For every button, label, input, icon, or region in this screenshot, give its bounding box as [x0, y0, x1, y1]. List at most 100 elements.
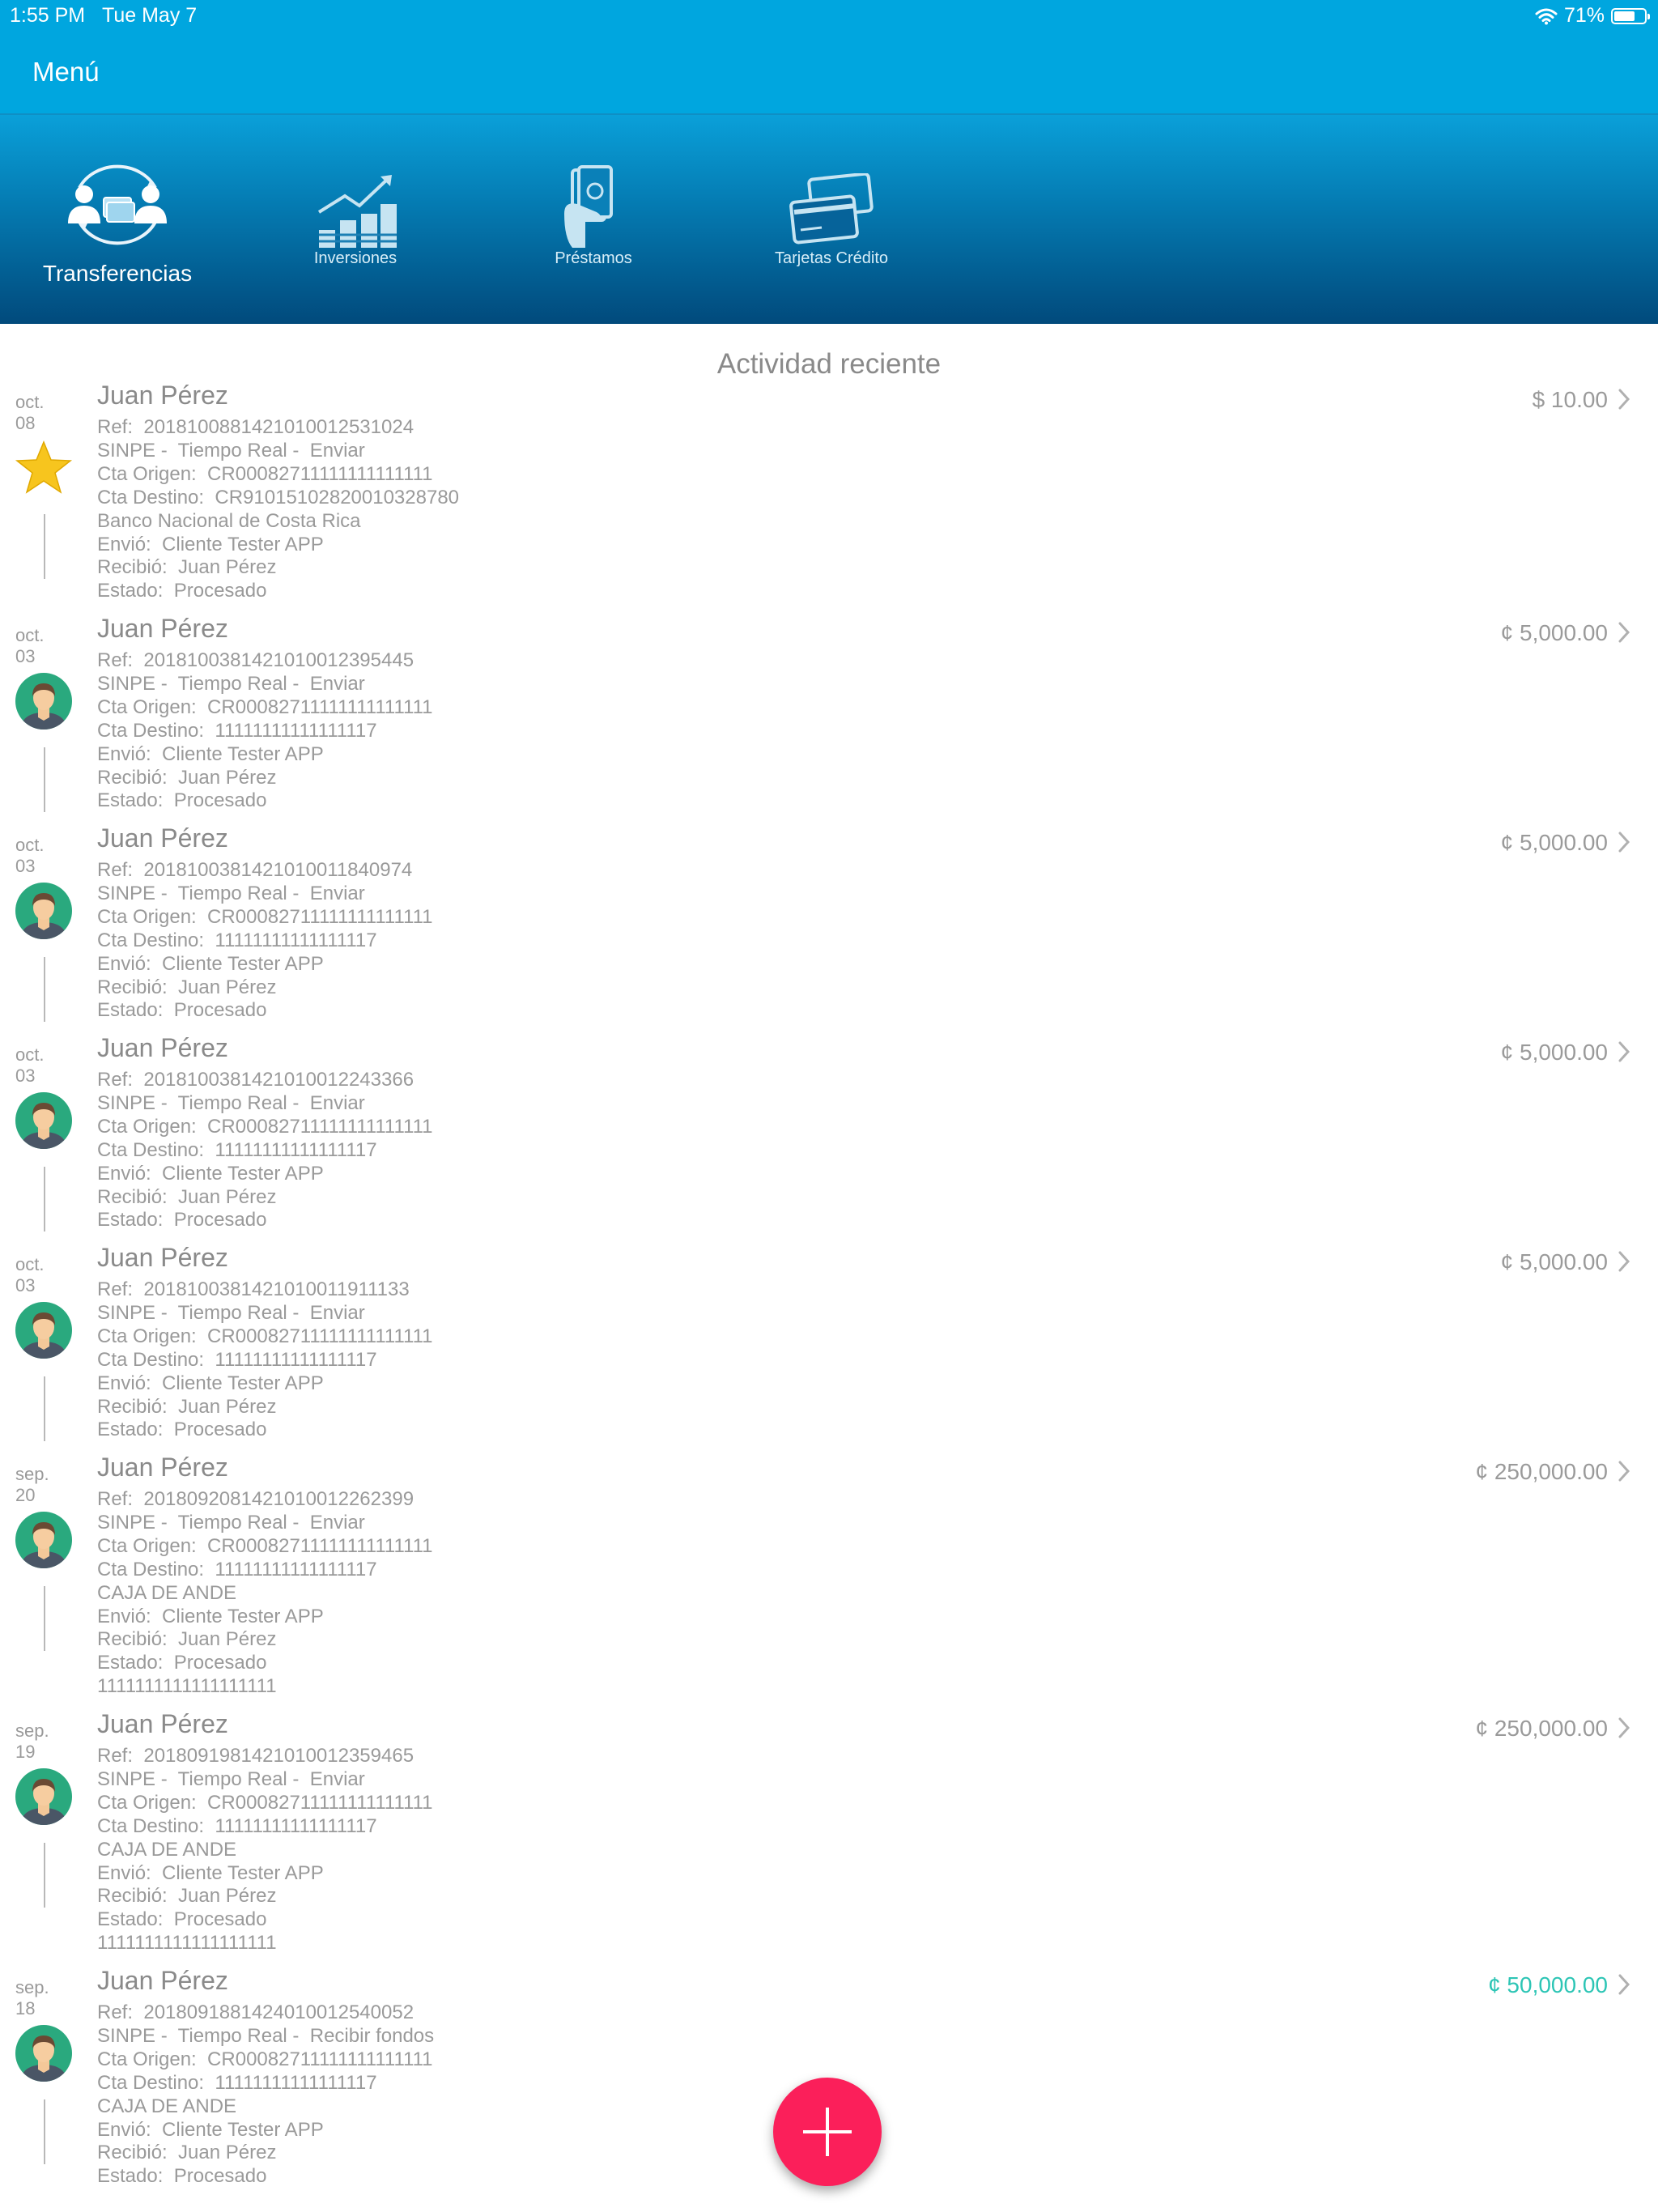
activity-detail-line: Cta Destino: 11111111111111117: [97, 2071, 377, 2094]
activity-detail-line: SINPE - Tiempo Real - Enviar: [97, 1511, 365, 1534]
category-label: Tarjetas Crédito: [774, 249, 889, 267]
activity-month: oct.: [15, 835, 45, 855]
status-right: 71%: [1535, 4, 1650, 28]
activity-detail-line: SINPE - Tiempo Real - Enviar: [97, 1767, 365, 1790]
activity-detail-line: Ref: 2018100381421010011840974: [97, 859, 413, 881]
activity-item[interactable]: oct. 03 Juan Pérez Ref: 2018100381421010011…: [0, 823, 1658, 1033]
activity-item[interactable]: oct. 08 Juan Pérez Ref: 2018100881421010012…: [0, 381, 1658, 614]
activity-name: Juan Pérez: [97, 1453, 228, 1482]
activity-detail-line: Ref: 2018100381421010011911133: [97, 1278, 410, 1300]
activity-detail-line: Estado: Procesado: [97, 1908, 267, 1931]
add-button[interactable]: [773, 2078, 882, 2186]
chevron-right-icon: [1618, 832, 1630, 853]
activity-details: Ref: 2018091881424010012540052 SINPE - Ti…: [97, 2001, 434, 2189]
activity-amount: $ 10.00: [1532, 387, 1608, 412]
activity-detail-line: Estado: Procesado: [97, 789, 267, 812]
activity-detail-line: Cta Origen: CR00082711111111111111: [97, 462, 433, 485]
wifi-icon: [1535, 8, 1558, 24]
activity-day: 19: [15, 1742, 36, 1762]
activity-detail-line: Ref: 2018100881421010012531024: [97, 416, 414, 438]
investments-icon: [317, 175, 397, 248]
activity-day: 20: [15, 1485, 36, 1505]
status-bar: 1:55 PM Tue May 7 71%: [0, 0, 1658, 32]
status-date: Tue May 7: [102, 4, 198, 27]
activity-month: oct.: [15, 392, 45, 412]
timeline-line: [44, 514, 45, 579]
category-inversiones[interactable]: Inversiones: [250, 115, 461, 324]
activity-detail-line: Envió: Cliente Tester APP: [97, 2118, 324, 2141]
activity-detail-line: Cta Destino: 11111111111111117: [97, 1138, 377, 1161]
activity-detail-line: Recibió: Juan Pérez: [97, 1885, 277, 1908]
activity-details: Ref: 2018092081421010012262399 SINPE - Ti…: [97, 1488, 433, 1699]
activity-detail-line: Estado: Procesado: [97, 1652, 267, 1674]
activity-detail-line: Envió: Cliente Tester APP: [97, 533, 324, 555]
activity-detail-line: SINPE - Tiempo Real - Enviar: [97, 1301, 365, 1324]
activity-details: Ref: 2018100381421010011911133 SINPE - Ti…: [97, 1278, 433, 1442]
person-avatar-icon: [15, 2025, 72, 2082]
activity-amount: ¢ 5,000.00: [1500, 1040, 1608, 1065]
category-transferencias[interactable]: Transferencias: [12, 115, 223, 324]
activity-detail-line: Estado: Procesado: [97, 580, 267, 602]
person-avatar-icon: [15, 1768, 72, 1825]
activity-detail-line: Estado: Procesado: [97, 999, 267, 1022]
category-prestamos[interactable]: Préstamos: [488, 115, 699, 324]
activity-month: sep.: [15, 1721, 49, 1741]
timeline-line: [44, 2099, 45, 2164]
activity-detail-line: Cta Origen: CR00082711111111111111: [97, 2048, 433, 2070]
activity-amount: ¢ 250,000.00: [1475, 1716, 1609, 1741]
section-title: Actividad reciente: [716, 348, 942, 380]
status-time: 1:55 PM: [10, 4, 86, 27]
activity-item[interactable]: sep. 19 Juan Pérez Ref: 2018091981421010012…: [0, 1709, 1658, 1966]
category-label: Inversiones: [313, 249, 397, 267]
activity-day: 03: [15, 1275, 36, 1295]
activity-detail-line: 1111111111111111111: [97, 1675, 277, 1698]
activity-item[interactable]: oct. 03 Juan Pérez Ref: 2018100381421010012…: [0, 614, 1658, 823]
chevron-right-icon: [1618, 389, 1630, 410]
activity-details: Ref: 2018100381421010012243366 SINPE - Ti…: [97, 1069, 433, 1232]
timeline-line: [44, 1376, 45, 1441]
chevron-right-icon: [1618, 1461, 1630, 1482]
activity-day: 03: [15, 1066, 36, 1086]
chevron-right-icon: [1618, 1251, 1630, 1272]
activity-detail-line: Recibió: Juan Pérez: [97, 1185, 277, 1208]
plus-icon: [803, 2108, 852, 2156]
activity-detail-line: Recibió: Juan Pérez: [97, 766, 277, 789]
activity-month: oct.: [15, 625, 45, 645]
activity-detail-line: Cta Destino: 11111111111111117: [97, 1558, 377, 1580]
activity-detail-line: Envió: Cliente Tester APP: [97, 1861, 324, 1884]
activity-item[interactable]: oct. 03 Juan Pérez Ref: 2018100381421010011…: [0, 1243, 1658, 1453]
activity-item[interactable]: oct. 03 Juan Pérez Ref: 2018100381421010012…: [0, 1033, 1658, 1243]
category-label: Préstamos: [555, 249, 632, 267]
activity-amount: ¢ 5,000.00: [1500, 830, 1608, 855]
activity-detail-line: CAJA DE ANDE: [97, 2095, 237, 2117]
activity-detail-line: 1111111111111111111: [97, 1932, 277, 1955]
activity-name: Juan Pérez: [97, 381, 228, 410]
activity-detail-line: Cta Destino: 11111111111111117: [97, 1814, 377, 1837]
activity-item[interactable]: sep. 20 Juan Pérez Ref: 2018092081421010012…: [0, 1453, 1658, 1709]
transfer-icon: [68, 164, 167, 245]
activity-detail-line: Recibió: Juan Pérez: [97, 556, 277, 579]
activity-amount: ¢ 50,000.00: [1488, 1972, 1608, 1997]
activity-detail-line: Envió: Cliente Tester APP: [97, 1372, 324, 1394]
menu-button[interactable]: Menú: [32, 57, 100, 87]
activity-detail-line: Estado: Procesado: [97, 1419, 267, 1441]
loans-icon: [564, 165, 613, 248]
timeline-line: [44, 1167, 45, 1231]
activity-detail-line: Estado: Procesado: [97, 1209, 267, 1231]
timeline-line: [44, 747, 45, 812]
activity-detail-line: Banco Nacional de Costa Rica: [97, 509, 361, 532]
category-tarjetas[interactable]: Tarjetas Crédito: [726, 115, 937, 324]
activity-detail-line: Cta Origen: CR00082711111111111111: [97, 1325, 433, 1347]
activity-detail-line: SINPE - Tiempo Real - Enviar: [97, 439, 365, 462]
credit-cards-icon: [789, 173, 874, 245]
activity-day: 03: [15, 856, 36, 876]
activity-detail-line: Estado: Procesado: [97, 2165, 267, 2188]
category-label: Transferencias: [42, 261, 193, 286]
timeline-line: [44, 1843, 45, 1908]
nav-bar: Menú: [0, 32, 1658, 115]
activity-detail-line: Envió: Cliente Tester APP: [97, 952, 324, 975]
activity-details: Ref: 2018100381421010012395445 SINPE - Ti…: [97, 649, 433, 813]
activity-detail-line: Cta Destino: 11111111111111117: [97, 1348, 377, 1371]
activity-day: 08: [15, 413, 36, 433]
activity-name: Juan Pérez: [97, 1243, 228, 1272]
